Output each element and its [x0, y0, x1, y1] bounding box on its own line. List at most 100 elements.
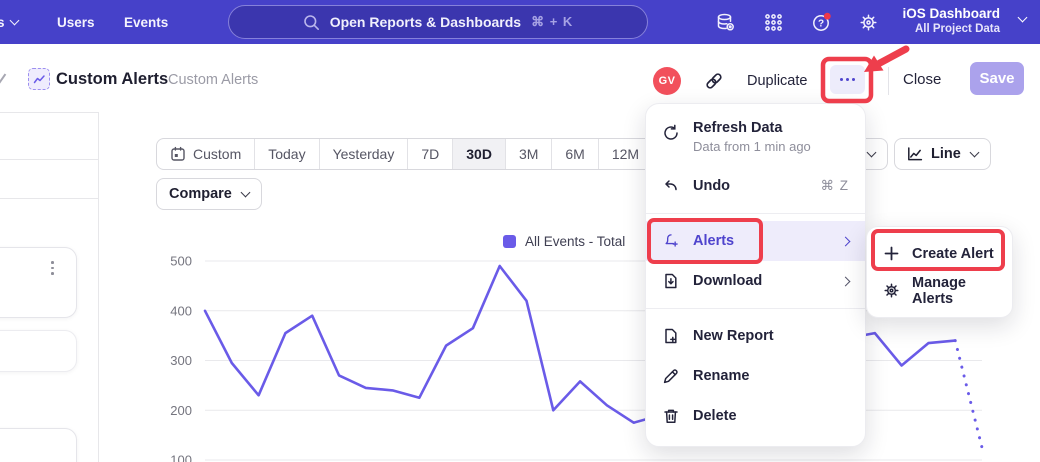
chevron-down-icon — [969, 147, 979, 157]
y-axis-tick-label: 200 — [170, 403, 192, 418]
range-label: 7D — [421, 146, 439, 162]
menu-undo-shortcut: ⌘ Z — [821, 178, 850, 194]
chart-type-button[interactable]: Line — [894, 138, 991, 170]
chevron-right-icon — [841, 276, 851, 286]
chevron-down-icon — [867, 147, 877, 157]
legend-label: All Events - Total — [525, 234, 625, 249]
range-today[interactable]: Today — [254, 139, 318, 169]
settings-icon[interactable] — [858, 12, 879, 33]
menu-item-rename[interactable]: Rename — [646, 356, 865, 396]
notification-dot — [824, 13, 831, 20]
menu-item-alerts[interactable]: Alerts — [646, 221, 865, 261]
more-options-button[interactable] — [830, 65, 865, 94]
sidebar-divider — [0, 198, 98, 199]
range-6m[interactable]: 6M — [551, 139, 597, 169]
menu-divider — [646, 213, 865, 214]
collapse-edge-icon — [0, 74, 6, 85]
y-axis-tick-label: 400 — [170, 303, 192, 318]
gear-icon — [883, 282, 900, 299]
document-plus-icon — [662, 327, 680, 345]
menu-new-report-label: New Report — [693, 328, 774, 344]
range-label: Yesterday — [333, 146, 395, 162]
menu-item-download[interactable]: Download — [646, 261, 865, 301]
app-window: s Users Events Open Reports & Dashboards… — [0, 0, 1040, 462]
project-switcher[interactable]: iOS Dashboard All Project Data — [902, 5, 1000, 36]
svg-text:?: ? — [818, 19, 824, 30]
top-nav: s Users Events Open Reports & Dashboards… — [0, 0, 1040, 44]
menu-refresh-label: Refresh Data — [693, 120, 811, 136]
range-label: Today — [268, 146, 305, 162]
sidebar-card[interactable] — [0, 330, 77, 372]
refresh-icon — [662, 124, 680, 142]
menu-item-refresh-data[interactable]: Refresh Data Data from 1 min ago — [646, 114, 865, 166]
range-label: 3M — [519, 146, 538, 162]
kebab-menu-icon[interactable] — [51, 261, 54, 275]
menu-delete-label: Delete — [693, 408, 737, 424]
menu-divider — [646, 308, 865, 309]
chart-type-label: Line — [931, 146, 961, 162]
report-header: Custom Alerts Custom Alerts GV Duplicate… — [0, 44, 1040, 104]
create-alert-label: Create Alert — [912, 246, 994, 262]
nav-item-users[interactable]: Users — [57, 0, 95, 44]
menu-alerts-label: Alerts — [693, 233, 734, 249]
range-label: 6M — [565, 146, 584, 162]
legend-item[interactable]: All Events - Total — [503, 234, 625, 249]
sidebar-divider — [0, 112, 98, 113]
submenu-item-create-alert[interactable]: Create Alert — [867, 235, 1012, 272]
close-button[interactable]: Close — [903, 71, 941, 88]
menu-refresh-sublabel: Data from 1 min ago — [693, 139, 811, 154]
chevron-down-icon — [1018, 13, 1028, 23]
series-line-projection-dotted — [955, 341, 982, 448]
range-custom[interactable]: Custom — [157, 139, 254, 169]
save-button[interactable]: Save — [970, 62, 1024, 95]
range-7d[interactable]: 7D — [407, 139, 452, 169]
nav-users-label: Users — [57, 15, 95, 30]
sidebar-card[interactable] — [0, 428, 77, 462]
sidebar-border — [98, 112, 99, 462]
chevron-down-icon — [9, 15, 19, 25]
project-title: iOS Dashboard — [902, 5, 1000, 23]
menu-item-new-report[interactable]: New Report — [646, 316, 865, 356]
sidebar-divider — [0, 159, 98, 160]
bell-plus-icon — [662, 232, 680, 250]
nav-item-events[interactable]: Events — [124, 0, 168, 44]
nav-item-cut-label: s — [0, 15, 5, 30]
range-12m[interactable]: 12M — [598, 139, 652, 169]
range-yesterday[interactable]: Yesterday — [319, 139, 408, 169]
apps-grid-icon[interactable] — [763, 12, 784, 33]
search-shortcut: ⌘ + K — [531, 14, 573, 30]
y-axis-tick-label: 100 — [170, 453, 192, 462]
project-subtitle: All Project Data — [902, 23, 1000, 36]
sidebar-card[interactable] — [0, 247, 77, 318]
range-label: Custom — [193, 146, 241, 162]
global-search-button[interactable]: Open Reports & Dashboards ⌘ + K — [228, 5, 648, 39]
range-3m[interactable]: 3M — [505, 139, 551, 169]
breadcrumb: Custom Alerts — [168, 72, 258, 88]
download-icon — [662, 272, 680, 290]
chevron-right-icon — [841, 236, 851, 246]
menu-download-label: Download — [693, 273, 762, 289]
line-chart-icon — [907, 146, 923, 162]
pencil-icon — [662, 367, 680, 385]
date-range-control: Custom Today Yesterday 7D 30D 3M 6M 12M — [156, 138, 653, 170]
nav-item-cut[interactable]: s — [0, 0, 18, 44]
help-icon[interactable]: ? — [811, 12, 832, 33]
nav-events-label: Events — [124, 15, 168, 30]
manage-alerts-label: Manage Alerts — [912, 275, 996, 307]
duplicate-button[interactable]: Duplicate — [747, 73, 807, 89]
more-options-menu: Refresh Data Data from 1 min ago Undo ⌘ … — [645, 103, 866, 447]
submenu-item-manage-alerts[interactable]: Manage Alerts — [867, 272, 1012, 309]
legend-swatch — [503, 235, 516, 248]
menu-item-delete[interactable]: Delete — [646, 396, 865, 436]
search-icon — [303, 14, 320, 31]
trash-icon — [662, 407, 680, 425]
range-30d-active[interactable]: 30D — [452, 139, 505, 169]
data-icon[interactable] — [715, 12, 736, 33]
menu-rename-label: Rename — [693, 368, 749, 384]
calendar-icon — [170, 146, 186, 162]
share-link-icon[interactable] — [703, 70, 725, 92]
menu-item-undo[interactable]: Undo ⌘ Z — [646, 166, 865, 206]
y-axis-tick-label: 500 — [170, 254, 192, 269]
avatar[interactable]: GV — [653, 67, 681, 95]
search-placeholder: Open Reports & Dashboards — [330, 14, 521, 30]
